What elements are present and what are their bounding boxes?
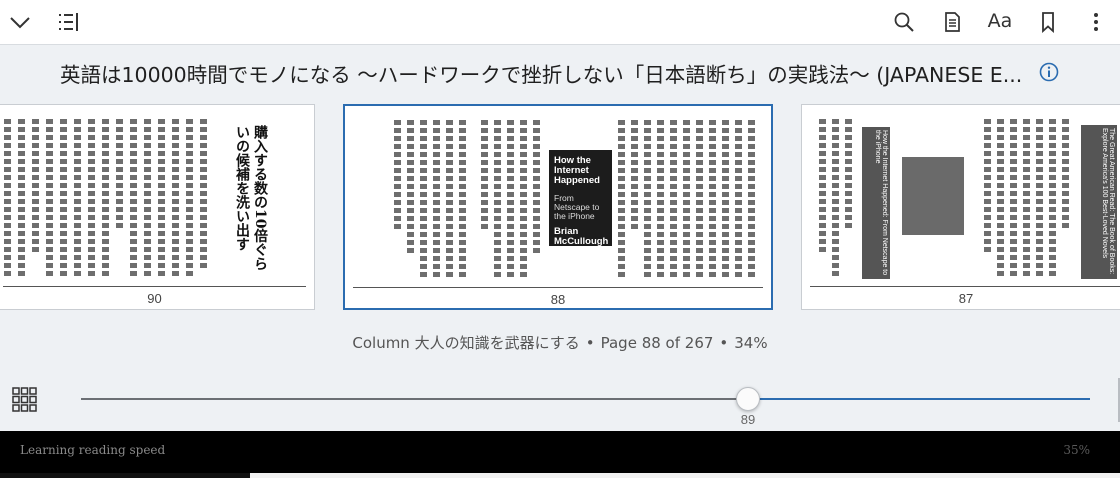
text-column [845,119,852,229]
page-content: 購入する数の10倍ぐらいの候補を洗い出す [0,113,314,285]
reading-speed-status: Learning reading speed [20,443,166,457]
info-icon[interactable] [1038,61,1060,88]
text-column [74,119,81,279]
footer-percent: 35% [1063,443,1090,457]
page-thumbnail-87[interactable]: The Great American Read: The Book of Boo… [801,104,1120,310]
text-column [4,119,11,279]
page-thumbnail-90[interactable]: 購入する数の10倍ぐらいの候補を洗い出す 90 [0,104,315,310]
text-column [683,120,690,280]
grid-view-icon[interactable] [12,387,37,417]
text-column [533,120,540,255]
font-label: Aa [987,10,1013,32]
text-column [631,120,638,230]
text-column [1010,119,1017,279]
text-column [618,120,625,280]
slider-track-unread[interactable] [748,398,1090,400]
search-icon[interactable] [890,8,918,36]
book-cover-image [902,157,964,235]
text-column [819,119,826,254]
text-column [433,120,440,280]
text-column [172,119,179,279]
text-column [18,119,25,279]
text-column [696,120,703,280]
underlying-dark-strip [0,473,250,478]
font-icon[interactable]: Aa [986,7,1014,35]
bookmark-icon[interactable] [1034,8,1062,36]
text-column [88,119,95,279]
text-column [657,120,664,280]
toc-icon[interactable] [54,8,82,36]
text-column [1049,119,1056,279]
text-column [1023,119,1030,279]
page-heading: 購入する数の10倍ぐらいの候補を洗い出す [234,125,268,271]
separator-dot: • [719,334,729,352]
page-rule [3,286,306,287]
text-column [200,119,207,269]
text-column [494,120,501,280]
text-column [459,120,466,280]
text-column [644,120,651,280]
text-column [984,119,991,254]
book-banner: How the Internet Happened: From Netscape… [862,127,890,279]
chapter-name: Column 大人の知識を武器にする [352,334,580,352]
text-column [722,120,729,280]
page-number: 88 [550,292,566,307]
text-column [394,120,401,230]
text-column [420,120,427,280]
page-rule [353,287,763,288]
text-column [481,120,488,230]
text-column [158,119,165,279]
slider-page-label: 89 [740,412,756,427]
notebook-icon[interactable] [938,8,966,36]
separator-dot: • [585,334,595,352]
text-column [735,120,742,280]
more-icon[interactable] [1082,8,1110,36]
book-banner: The Great American Read: The Book of Boo… [1081,125,1117,279]
text-column [32,119,39,254]
text-column [748,120,755,280]
text-column [507,120,514,280]
text-column [709,120,716,280]
cover-subtitle: From Netscape to the iPhone [554,193,600,221]
reading-footer: Learning reading speed 35% [0,431,1120,473]
text-column [116,119,123,229]
title-row: 英語は10000時間でモノになる ～ハードワークで挫折しない「日本語断ち」の実践… [0,56,1120,88]
text-column [144,119,151,279]
percent-read: 34% [734,334,768,352]
page-content: The Great American Read: The Book of Boo… [802,113,1120,285]
text-column [1062,119,1069,229]
text-column [520,120,527,280]
text-column [130,119,137,279]
text-column [407,120,414,255]
text-column [997,119,1004,279]
slider-track-read[interactable] [81,398,748,400]
text-column [1036,119,1043,279]
book-cover-image: How the Internet Happened From Netscape … [549,150,612,247]
chevron-down-icon[interactable] [6,8,34,36]
location-status: Column 大人の知識を武器にする • Page 88 of 267 • 34% [0,332,1120,353]
top-toolbar: Aa [0,0,1120,45]
text-column [46,119,53,279]
text-column [446,120,453,280]
page-content: How the Internet Happened From Netscape … [345,114,771,286]
cover-author: Brian McCullough [554,226,609,247]
text-column [186,119,193,279]
page-number: 90 [147,291,162,306]
text-column [60,119,67,279]
page-slider-thumb[interactable] [736,387,760,411]
text-column [832,119,839,279]
page-thumbnail-88[interactable]: How the Internet Happened From Netscape … [343,104,773,310]
book-title: 英語は10000時間でモノになる ～ハードワークで挫折しない「日本語断ち」の実践… [60,63,1023,87]
page-info: Page 88 of 267 [600,334,714,352]
text-column [102,119,109,279]
underlying-page-strip [0,473,1120,478]
page-number: 87 [958,291,974,306]
cover-title: How the Internet Happened [554,155,600,186]
text-column [670,120,677,280]
page-rule [810,286,1120,287]
